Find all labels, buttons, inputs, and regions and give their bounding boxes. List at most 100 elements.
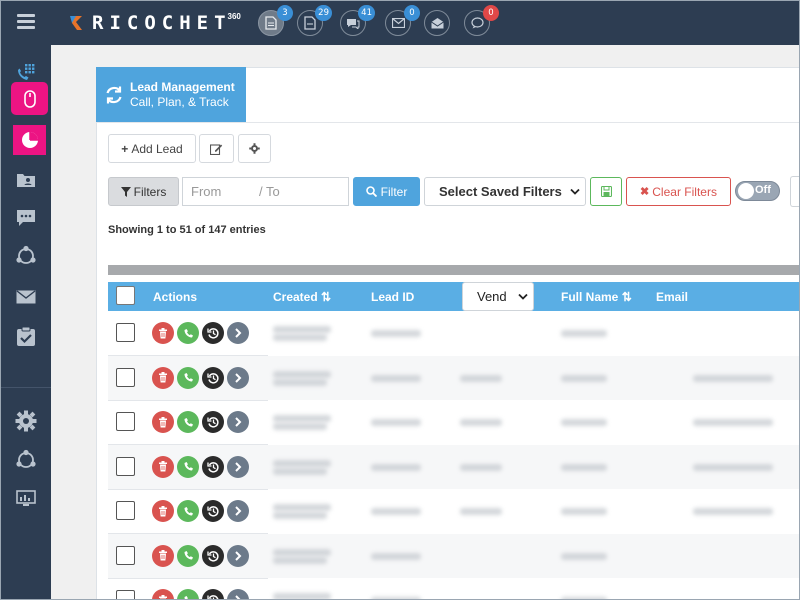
message-notification-button[interactable]: 0 — [464, 5, 499, 36]
table-row[interactable] — [108, 489, 800, 534]
history-button[interactable] — [202, 544, 224, 567]
redacted-cell — [561, 374, 607, 382]
sort-icon: ⇅ — [621, 290, 632, 304]
open-lead-button[interactable] — [227, 589, 249, 600]
delete-button[interactable] — [152, 589, 174, 600]
table-row[interactable] — [108, 533, 800, 579]
settings-button[interactable] — [238, 134, 271, 163]
filter-button[interactable]: Filter — [353, 177, 420, 206]
file-notification-button[interactable]: 29 — [297, 5, 332, 36]
call-button[interactable] — [177, 366, 199, 389]
delete-button[interactable] — [152, 366, 174, 389]
delete-button[interactable] — [152, 411, 174, 433]
hamburger-icon[interactable] — [17, 14, 35, 29]
table-row[interactable] — [108, 400, 800, 445]
trash-icon — [158, 416, 168, 428]
history-button[interactable] — [202, 411, 224, 433]
row-checkbox[interactable] — [116, 501, 135, 520]
column-lead-id[interactable]: Lead ID — [371, 290, 414, 304]
select-all-checkbox[interactable] — [116, 286, 135, 305]
delete-button[interactable] — [152, 455, 174, 478]
monitor-icon[interactable] — [0, 482, 51, 516]
history-button[interactable] — [202, 322, 224, 344]
page-subtitle: Call, Plan, & Track — [130, 94, 229, 109]
call-button[interactable] — [177, 500, 199, 522]
lead-management-tab[interactable]: Lead Management Call, Plan, & Track — [96, 67, 246, 122]
partial-control[interactable] — [790, 176, 800, 207]
call-button[interactable] — [177, 322, 199, 344]
table-row[interactable] — [108, 355, 800, 401]
row-checkbox[interactable] — [116, 412, 135, 431]
row-checkbox[interactable] — [116, 590, 135, 600]
network-icon[interactable] — [0, 239, 51, 273]
filter-toggle[interactable]: Off — [735, 181, 780, 201]
row-checkbox[interactable] — [116, 545, 135, 565]
open-lead-button[interactable] — [227, 455, 249, 478]
chat-notification-button[interactable]: 41 — [340, 5, 375, 36]
horizontal-scrollbar[interactable] — [108, 265, 800, 275]
email-notification-button[interactable]: 0 — [385, 5, 420, 36]
vendor-column-select[interactable]: Vend — [462, 282, 534, 311]
chevron-right-icon — [234, 328, 242, 338]
mouse-icon[interactable] — [11, 82, 48, 115]
chevron-right-icon — [234, 372, 242, 383]
row-checkbox[interactable] — [116, 323, 135, 342]
save-filter-button[interactable] — [590, 177, 622, 206]
add-lead-button[interactable]: + Add Lead — [108, 134, 196, 163]
call-button[interactable] — [177, 411, 199, 433]
share-network-icon[interactable] — [0, 443, 51, 477]
column-full-name[interactable]: Full Name ⇅ — [561, 290, 632, 304]
open-lead-button[interactable] — [227, 544, 249, 567]
top-bar: RICOCHET 360 3 29 41 0 0 — [0, 0, 800, 45]
add-lead-label: Add Lead — [131, 141, 183, 156]
call-button[interactable] — [177, 455, 199, 478]
redacted-cell — [561, 419, 607, 426]
checklist-icon[interactable] — [0, 320, 51, 354]
table-row[interactable] — [108, 578, 800, 600]
clear-filters-button[interactable]: ✖ Clear Filters — [626, 177, 731, 206]
open-mail-icon — [430, 18, 444, 29]
history-button[interactable] — [202, 455, 224, 478]
mail-icon[interactable] — [0, 280, 51, 314]
chat-icon — [347, 19, 360, 29]
call-button[interactable] — [177, 589, 199, 600]
delete-button[interactable] — [152, 500, 174, 522]
call-button[interactable] — [177, 544, 199, 567]
edit-button[interactable] — [199, 134, 234, 163]
history-button[interactable] — [202, 589, 224, 600]
open-lead-button[interactable] — [227, 322, 249, 344]
notification-badge: 41 — [358, 5, 375, 21]
column-created[interactable]: Created ⇅ — [273, 290, 331, 304]
tab-divider — [96, 122, 800, 123]
redacted-cell — [273, 593, 331, 600]
saved-filters-select[interactable]: Select Saved Filters — [424, 177, 586, 206]
settings-icon[interactable] — [0, 404, 51, 438]
floppy-disk-icon — [600, 186, 612, 197]
table-row[interactable] — [108, 311, 800, 356]
delete-button[interactable] — [152, 322, 174, 344]
chevron-down-icon — [570, 188, 580, 195]
open-lead-button[interactable] — [227, 411, 249, 433]
pie-chart-icon[interactable] — [13, 125, 46, 155]
date-range-input[interactable]: From / To — [182, 177, 349, 206]
column-created-label: Created — [273, 290, 318, 304]
contact-card-icon[interactable] — [0, 163, 51, 197]
open-mail-button[interactable] — [424, 10, 450, 36]
redacted-cell — [371, 419, 421, 426]
comment-icon[interactable] — [0, 201, 51, 235]
row-checkbox[interactable] — [116, 456, 135, 476]
brand-logo[interactable]: RICOCHET 360 — [68, 9, 241, 37]
history-button[interactable] — [202, 500, 224, 522]
table-row[interactable] — [108, 444, 800, 490]
row-checkbox[interactable] — [116, 367, 135, 387]
from-placeholder: From — [191, 184, 222, 199]
envelope-icon — [391, 18, 405, 28]
filters-button[interactable]: Filters — [108, 177, 179, 206]
delete-button[interactable] — [152, 544, 174, 567]
document-notification-button[interactable]: 3 — [258, 5, 293, 36]
history-button[interactable] — [202, 366, 224, 389]
open-lead-button[interactable] — [227, 366, 249, 389]
entries-info: Showing 1 to 51 of 147 entries — [108, 224, 266, 236]
chevron-right-icon — [234, 506, 242, 516]
open-lead-button[interactable] — [227, 500, 249, 522]
